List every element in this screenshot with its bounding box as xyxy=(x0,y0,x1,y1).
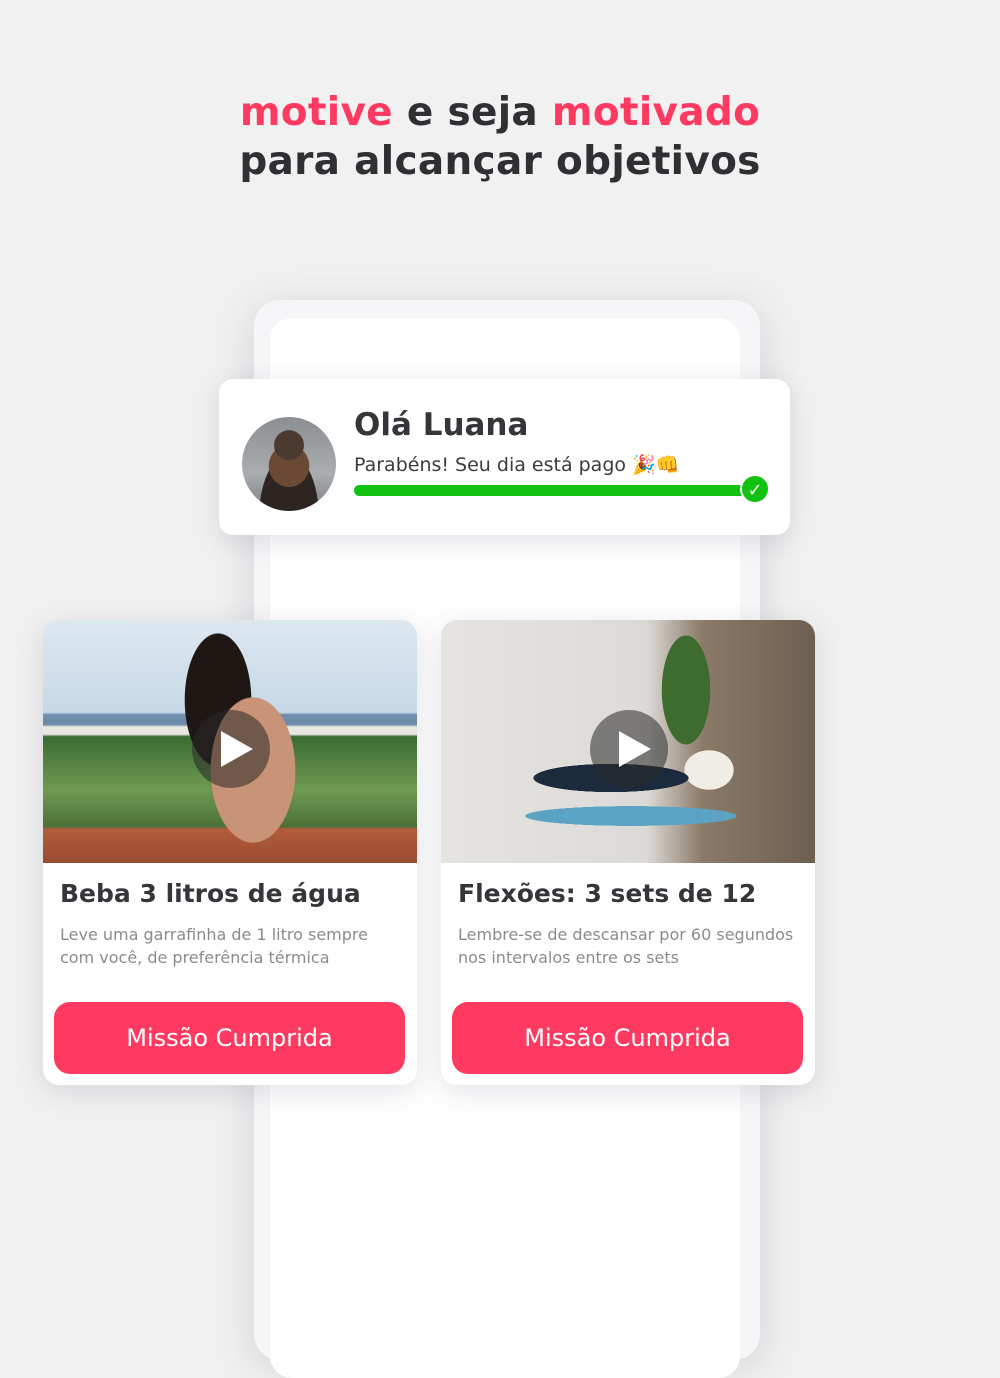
greeting-message: Parabéns! Seu dia está pago 🎉👊 xyxy=(354,454,680,476)
play-icon[interactable] xyxy=(590,710,668,788)
check-icon: ✓ xyxy=(740,474,770,504)
greeting-title: Olá Luana xyxy=(354,407,529,443)
daily-progress-fill xyxy=(354,485,754,496)
daily-progress-bar xyxy=(354,485,754,496)
mission-title: Flexões: 3 sets de 12 xyxy=(458,879,757,908)
avatar xyxy=(242,417,336,511)
headline-line-2: para alcançar objetivos xyxy=(239,139,761,184)
mission-complete-button[interactable]: Missão Cumprida xyxy=(54,1002,405,1074)
headline: motive e seja motivado para alcançar obj… xyxy=(0,88,1000,186)
headline-accent-motivado: motivado xyxy=(551,90,761,135)
headline-line-1: motive e seja motivado xyxy=(0,88,1000,137)
mission-title: Beba 3 litros de água xyxy=(60,879,361,908)
mission-card-pushups: Flexões: 3 sets de 12 Lembre-se de desca… xyxy=(441,620,815,1085)
headline-accent-motive: motive xyxy=(239,90,393,135)
mission-description: Lembre-se de descansar por 60 segundos n… xyxy=(458,925,794,967)
mission-card-water: Beba 3 litros de água Leve uma garrafinh… xyxy=(43,620,417,1085)
play-icon[interactable] xyxy=(192,710,270,788)
mission-video-thumbnail[interactable] xyxy=(43,620,417,863)
greeting-card: Olá Luana Parabéns! Seu dia está pago 🎉👊… xyxy=(219,379,790,535)
mission-description: Leve uma garrafinha de 1 litro sempre co… xyxy=(60,925,368,967)
mission-complete-button[interactable]: Missão Cumprida xyxy=(452,1002,803,1074)
mission-video-thumbnail[interactable] xyxy=(441,620,815,863)
headline-connector: e seja xyxy=(392,90,552,135)
